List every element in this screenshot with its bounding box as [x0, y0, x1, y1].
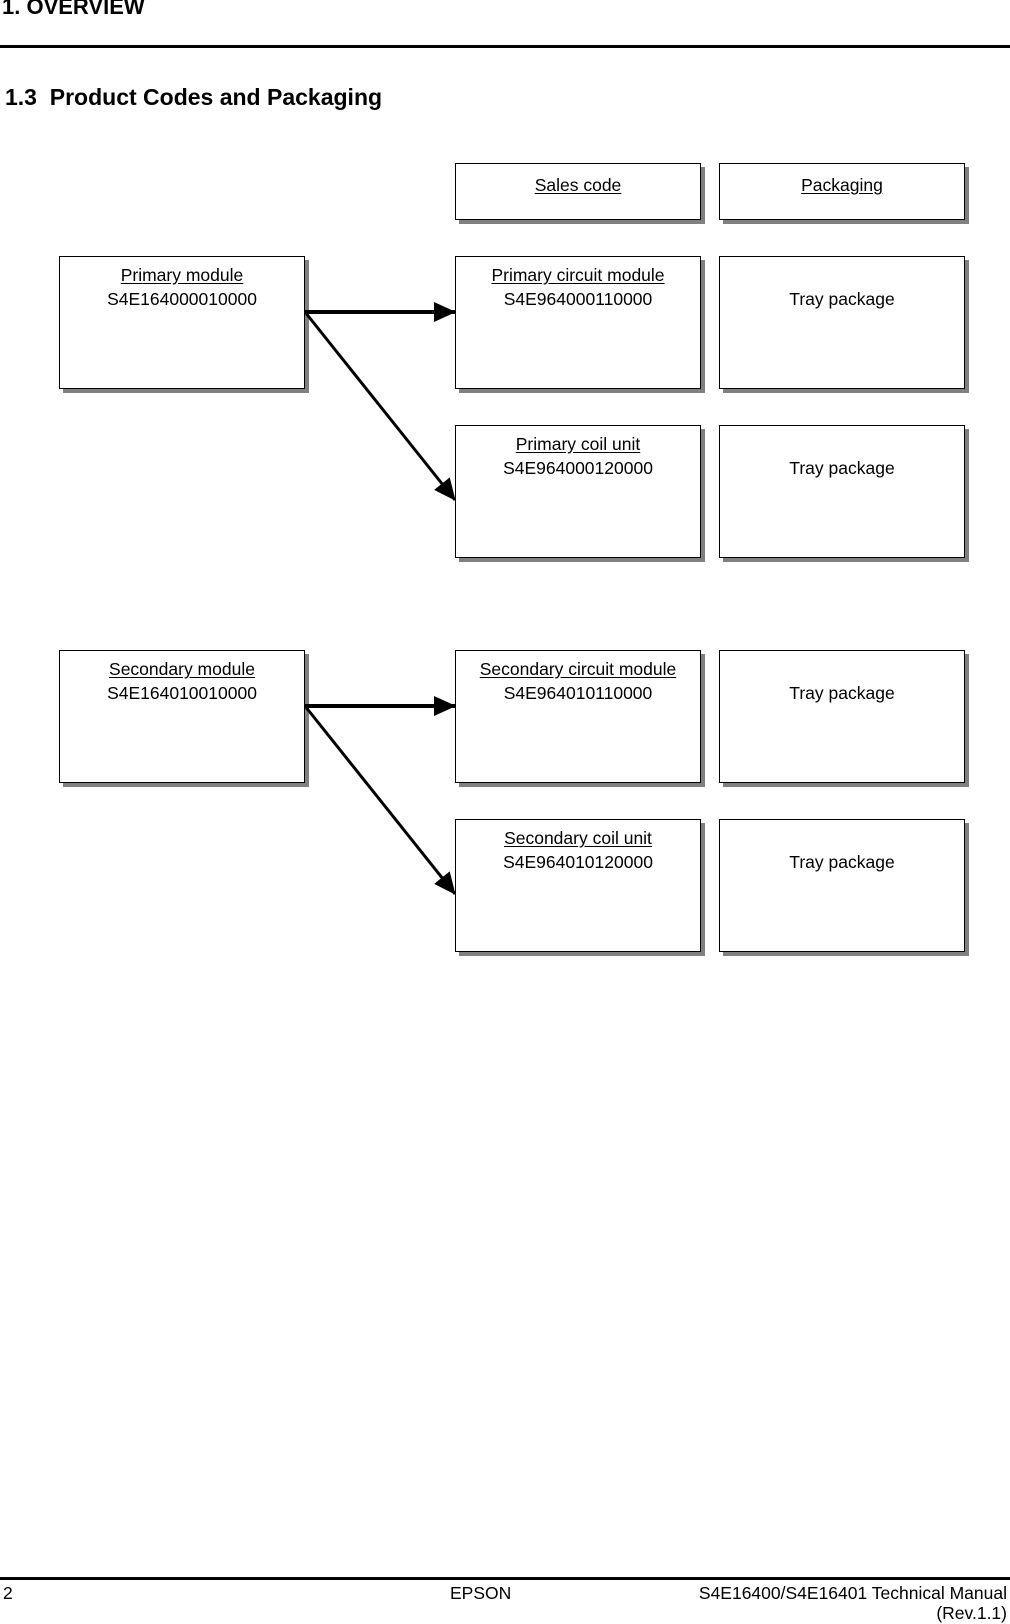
- primary-circuit-packaging-box: Tray package: [719, 256, 965, 389]
- primary-circuit-packaging: Tray package: [789, 289, 895, 309]
- secondary-module-code: S4E164010010000: [107, 683, 257, 703]
- primary-circuit-module-label: Primary circuit module: [491, 265, 665, 285]
- secondary-circuit-packaging: Tray package: [789, 683, 895, 703]
- primary-module-label: Primary module: [120, 265, 244, 285]
- packaging-header: Packaging: [719, 163, 965, 220]
- footer-rule: [0, 1577, 1010, 1580]
- section-title: 1.3 Product Codes and Packaging: [5, 84, 383, 110]
- manual-revision: (Rev.1.1): [936, 1603, 1007, 1623]
- packaging-header-label: Packaging: [801, 175, 883, 195]
- secondary-circuit-module-label: Secondary circuit module: [479, 659, 677, 679]
- primary-coil-unit-label: Primary coil unit: [515, 434, 641, 454]
- manual-title: S4E16400/S4E16401 Technical Manual: [698, 1583, 1007, 1603]
- page-number: 2: [3, 1583, 13, 1603]
- primary-coil-unit-box: Primary coil unit S4E964000120000: [455, 425, 701, 558]
- footer-brand: EPSON: [450, 1583, 512, 1603]
- primary-module-box: Primary module S4E164000010000: [59, 256, 305, 389]
- sales-code-header-label: Sales code: [534, 175, 622, 195]
- arrow-primary-to-coil: [303, 311, 457, 501]
- arrow-secondary-to-coil: [303, 705, 457, 895]
- secondary-module-box: Secondary module S4E164010010000: [59, 650, 305, 783]
- secondary-coil-packaging: Tray package: [789, 852, 895, 872]
- footer-manual-info: S4E16400/S4E16401 Technical Manual (Rev.…: [699, 1583, 1007, 1623]
- secondary-coil-unit-box: Secondary coil unit S4E964010120000: [455, 819, 701, 952]
- connector-arrows: [303, 302, 457, 895]
- primary-coil-packaging: Tray package: [789, 458, 895, 478]
- primary-circuit-module-box: Primary circuit module S4E964000110000: [455, 256, 701, 389]
- secondary-coil-unit-code: S4E964010120000: [503, 852, 653, 872]
- primary-circuit-module-code: S4E964000110000: [503, 289, 653, 309]
- primary-module-code: S4E164000010000: [107, 289, 257, 309]
- secondary-circuit-module-code: S4E964010110000: [503, 683, 653, 703]
- primary-coil-unit-code: S4E964000120000: [503, 458, 653, 478]
- secondary-coil-packaging-box: Tray package: [719, 819, 965, 952]
- secondary-module-label: Secondary module: [109, 659, 255, 679]
- secondary-circuit-module-box: Secondary circuit module S4E964010110000: [455, 650, 701, 783]
- primary-coil-packaging-box: Tray package: [719, 425, 965, 558]
- sales-code-header: Sales code: [455, 163, 701, 220]
- chapter-title: 1. OVERVIEW: [2, 0, 145, 19]
- secondary-circuit-packaging-box: Tray package: [719, 650, 965, 783]
- secondary-coil-unit-label: Secondary coil unit: [504, 828, 652, 848]
- header-rule: [0, 45, 1010, 48]
